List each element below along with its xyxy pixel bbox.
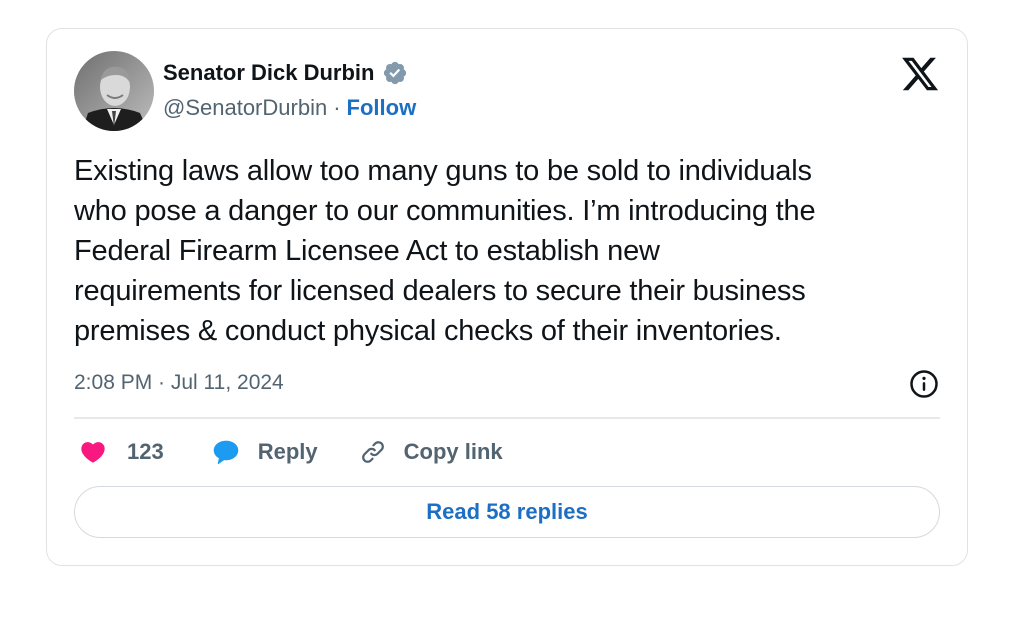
x-logo-icon[interactable] (900, 54, 940, 94)
verified-badge-icon (384, 61, 407, 85)
read-replies-button[interactable]: Read 58 replies (74, 486, 940, 538)
reply-button[interactable]: Reply (210, 437, 318, 467)
author-name-row: Senator Dick Durbin (163, 60, 408, 86)
like-count: 123 (127, 439, 164, 464)
follow-button[interactable]: Follow (347, 95, 417, 121)
like-button[interactable]: 123 (79, 438, 164, 466)
handle-separator: · (333, 95, 341, 120)
info-icon[interactable] (909, 369, 939, 399)
author-handle[interactable]: @SenatorDurbin (163, 95, 327, 121)
avatar-photo (74, 51, 154, 131)
reply-bubble-icon (213, 440, 238, 465)
author-handle-row: @SenatorDurbin · Follow (163, 95, 416, 121)
copy-link-button[interactable]: Copy link (358, 437, 503, 467)
tweet-timestamp[interactable]: 2:08 PM · Jul 11, 2024 (74, 370, 284, 396)
tweet-text: Existing laws allow too many guns to be … (74, 155, 816, 347)
heart-icon (81, 442, 105, 463)
divider (74, 417, 940, 419)
link-icon (361, 441, 384, 463)
tweet-card: Senator Dick Durbin @SenatorDurbin · Fol… (46, 28, 968, 566)
avatar[interactable] (74, 51, 154, 131)
action-bar: 123 Reply Copy link (79, 435, 503, 469)
copy-link-label: Copy link (403, 439, 503, 464)
reply-label: Reply (257, 439, 318, 464)
author-name[interactable]: Senator Dick Durbin (163, 60, 374, 86)
